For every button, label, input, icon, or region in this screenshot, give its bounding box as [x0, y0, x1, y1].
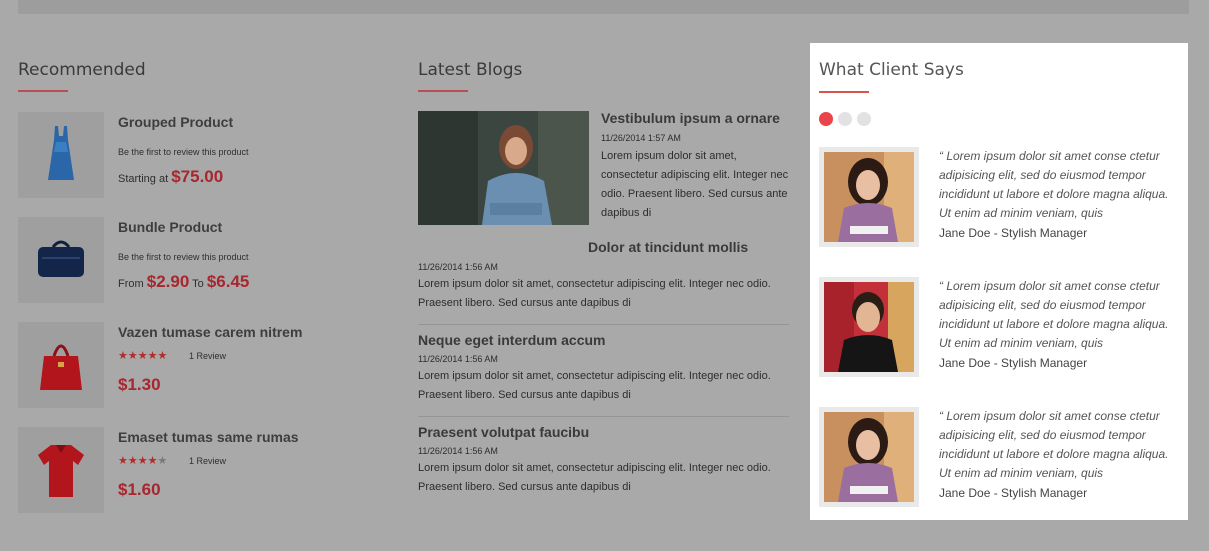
blog-post-date: 11/26/2014 1:56 AM [418, 262, 498, 272]
testimonial-author: Jane Doe - Stylish Manager [939, 486, 1088, 500]
review-prompt[interactable]: Be the first to review this product [118, 252, 249, 262]
blog-post-date: 11/26/2014 1:56 AM [418, 354, 498, 364]
product-name[interactable]: Vazen tumase carem nitrem [118, 324, 302, 340]
testimonial-author: Jane Doe - Stylish Manager [939, 226, 1088, 240]
blog-post-title[interactable]: Neque eget interdum accum [418, 332, 606, 348]
product-item[interactable]: Grouped Product Be the first to review t… [18, 112, 378, 198]
testimonial-quote: “ Lorem ipsum dolor sit amet conse ctetu… [939, 279, 1169, 350]
blog-post-excerpt: Lorem ipsum dolor sit amet, consectetur … [418, 278, 771, 309]
price-from: $2.90 [146, 272, 190, 291]
product-thumbnail-navy-bag[interactable] [18, 217, 104, 303]
testimonials-panel: What Client Says “ Lorem ipsum dolor sit… [810, 43, 1188, 520]
blog-post-title[interactable]: Vestibulum ipsum a ornare [601, 110, 780, 126]
testimonial-item: “ Lorem ipsum dolor sit amet conse ctetu… [819, 407, 1179, 507]
testimonial-author: Jane Doe - Stylish Manager [939, 356, 1088, 370]
carousel-dot-2[interactable] [838, 112, 852, 126]
title-underline [418, 90, 468, 92]
price-prefix: Starting at [118, 173, 169, 185]
client-avatar [819, 147, 919, 247]
product-item[interactable]: Vazen tumase carem nitrem ★★★★★ 1 Review… [18, 322, 378, 408]
product-item[interactable]: Emaset tumas same rumas ★★★★★ 1 Review $… [18, 427, 378, 513]
product-price: $75.00 [171, 167, 224, 186]
carousel-dot-3[interactable] [857, 112, 871, 126]
price-from-label: From [118, 278, 144, 290]
blog-post-title[interactable]: Dolor at tincidunt mollis [588, 239, 748, 255]
review-count-link[interactable]: 1 Review [189, 456, 226, 466]
carousel-pagination [819, 112, 876, 131]
product-name[interactable]: Emaset tumas same rumas [118, 429, 299, 445]
product-item[interactable]: Bundle Product Be the first to review th… [18, 217, 378, 303]
testimonial-quote: “ Lorem ipsum dolor sit amet conse ctetu… [939, 149, 1169, 220]
client-avatar [819, 407, 919, 507]
review-count-link[interactable]: 1 Review [189, 351, 226, 361]
price-to: $6.45 [206, 272, 250, 291]
product-thumbnail-blue-dress[interactable] [18, 112, 104, 198]
testimonial-item: “ Lorem ipsum dolor sit amet conse ctetu… [819, 277, 1179, 377]
blog-featured-image[interactable] [418, 111, 589, 225]
product-price: $1.30 [118, 375, 161, 394]
divider [418, 416, 789, 417]
product-name[interactable]: Bundle Product [118, 219, 222, 235]
review-prompt[interactable]: Be the first to review this product [118, 147, 249, 157]
blog-post-excerpt: Lorem ipsum dolor sit amet, consectetur … [418, 462, 771, 493]
testimonial-item: “ Lorem ipsum dolor sit amet conse ctetu… [819, 147, 1179, 247]
carousel-dot-1[interactable] [819, 112, 833, 126]
blog-post-date: 11/26/2014 1:57 AM [601, 133, 681, 143]
client-avatar [819, 277, 919, 377]
testimonial-quote: “ Lorem ipsum dolor sit amet conse ctetu… [939, 409, 1169, 480]
product-price: $1.60 [118, 480, 161, 499]
blog-post-date: 11/26/2014 1:56 AM [418, 446, 498, 456]
price-range: From $2.90 To $6.45 [118, 272, 249, 292]
divider [418, 324, 789, 325]
blog-post-title[interactable]: Praesent volutpat faucibu [418, 424, 589, 440]
price-to-label: To [192, 278, 204, 290]
section-title: What Client Says [819, 60, 964, 80]
product-thumbnail-red-shirt[interactable] [18, 427, 104, 513]
rating-stars: ★★★★★ [118, 455, 168, 467]
top-bar [18, 0, 1189, 14]
blog-post-excerpt: Lorem ipsum dolor sit amet, consectetur … [418, 370, 771, 401]
blog-post-excerpt: Lorem ipsum dolor sit amet, consectetur … [601, 150, 789, 219]
section-title: Recommended [18, 60, 146, 80]
product-name[interactable]: Grouped Product [118, 114, 233, 130]
title-underline [18, 90, 68, 92]
title-underline [819, 91, 869, 93]
price-line: Starting at $75.00 [118, 167, 223, 187]
section-title: Latest Blogs [418, 60, 523, 80]
product-thumbnail-red-handbag[interactable] [18, 322, 104, 408]
rating-stars: ★★★★★ [118, 350, 168, 362]
